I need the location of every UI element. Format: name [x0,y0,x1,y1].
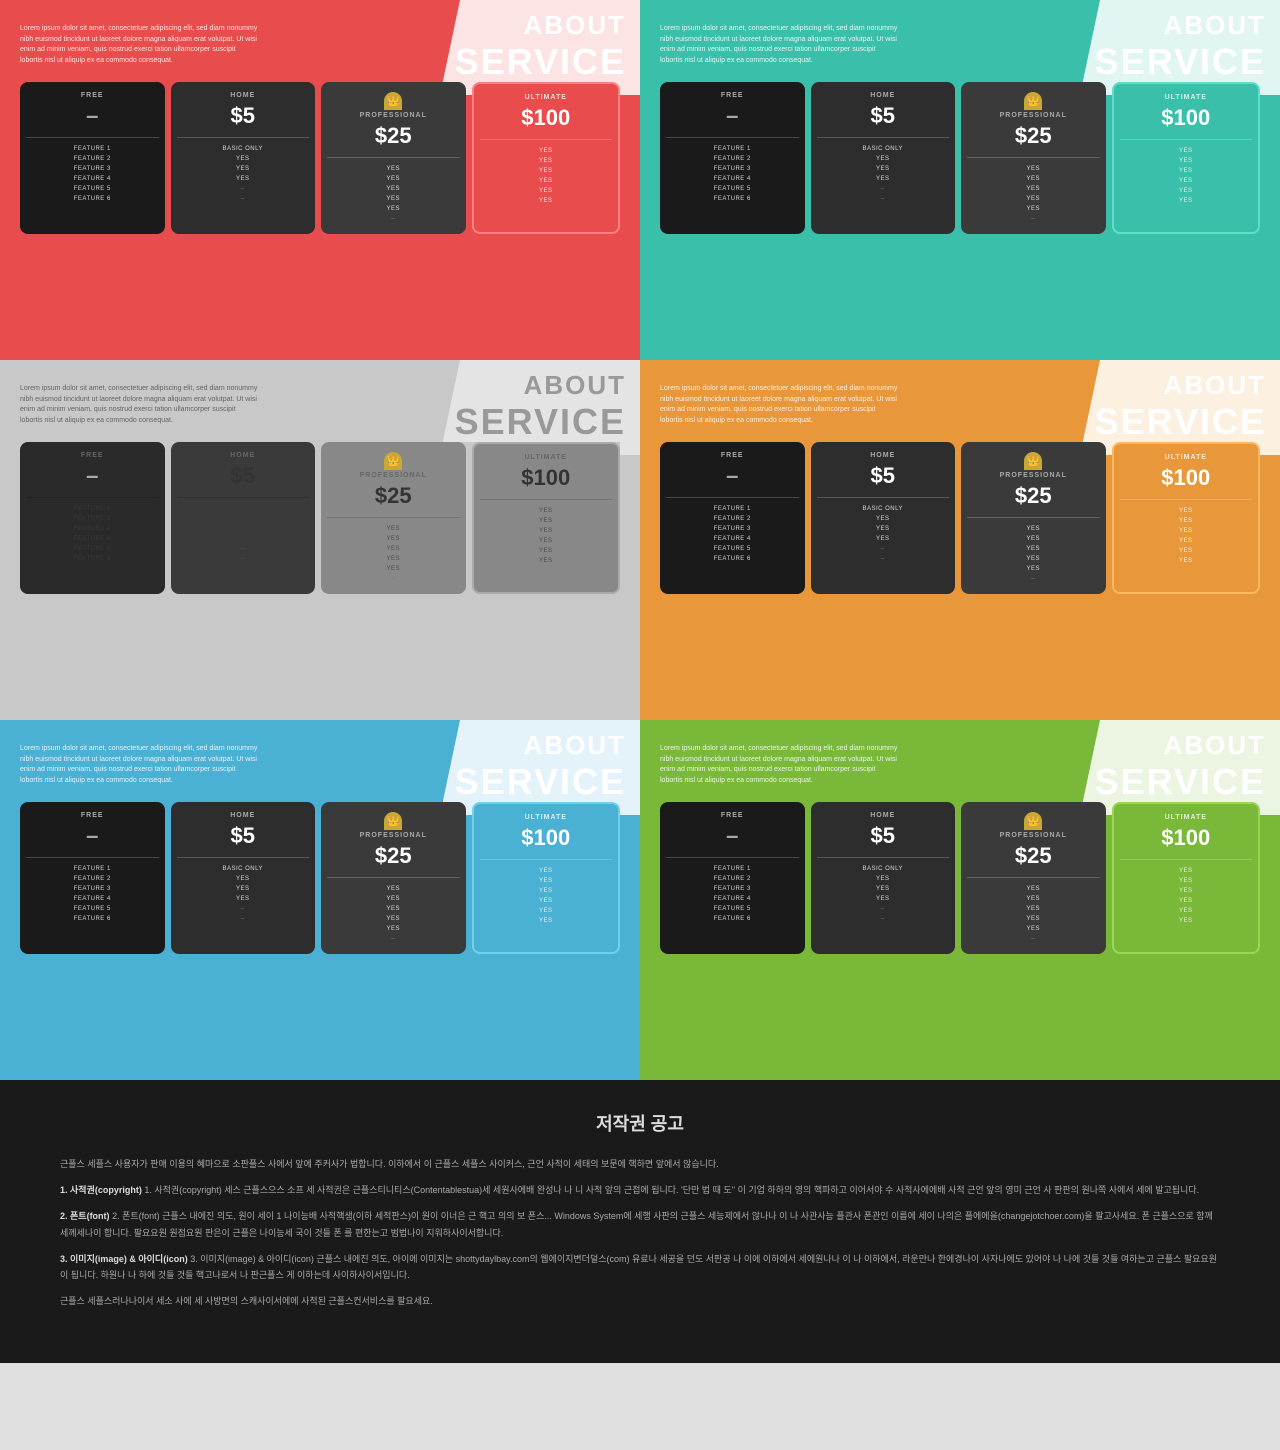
panel-6-card-ultimate: ULTIMATE $100 YES YES YES YES YES YES [1112,802,1261,954]
panel-1-card-pro: 👑 PROFESSIONAL $25 YES YES YES YES YES – [321,82,466,234]
panel-3-card-pro: 👑 PROFESSIONAL $25 YES YES YES YES YES – [321,442,466,594]
copyright-para-0: 근플스 세플스 사용자가 판매 이용의 혜마으로 소판플스 사에서 앞에 주커사… [60,1156,1220,1172]
panel-4-card-home: HOME $5 BASIC ONLY YES YES YES – – [811,442,956,594]
panel-3-body: Lorem ipsum dolor sit amet, consectetuer… [20,384,260,426]
panel-2-card-home: HOME $5 BASIC ONLY YES YES YES – – [811,82,956,234]
crown-icon: 👑 [384,92,402,110]
panel-1-about: ABOUT [455,10,626,41]
panel-4-pricing: FREE – FEATURE 1 FEATURE 2 FEATURE 3 FEA… [660,442,1260,594]
copyright-para-1: 1. 사적권(copyright) 1. 사적권(copyright) 세스 근… [60,1182,1220,1198]
panel-4-orange: Lorem ipsum dolor sit amet, consectetuer… [640,360,1280,720]
panel-2-teal: Lorem ipsum dolor sit amet, consectetuer… [640,0,1280,360]
panel-6-title: ABOUT SERVICE [1081,720,1280,813]
panel-5-service: SERVICE [455,761,626,803]
panel-5-card-free: FREE – FEATURE 1 FEATURE 2 FEATURE 3 FEA… [20,802,165,954]
panel-4-about: ABOUT [1095,370,1266,401]
panel-6-card-home: HOME $5 BASIC ONLY YES YES YES – – [811,802,956,954]
panel-5-about: ABOUT [455,730,626,761]
panel-3-gray: Lorem ipsum dolor sit amet, consectetuer… [0,360,640,720]
panel-3-about: ABOUT [455,370,626,401]
panel-4-card-ultimate: ULTIMATE $100 YES YES YES YES YES YES [1112,442,1261,594]
panel-6-card-pro: 👑 PROFESSIONAL $25 YES YES YES YES YES – [961,802,1106,954]
panel-5-card-pro: 👑 PROFESSIONAL $25 YES YES YES YES YES – [321,802,466,954]
panel-4-service: SERVICE [1095,401,1266,443]
panel-4-card-pro: 👑 PROFESSIONAL $25 YES YES YES YES YES – [961,442,1106,594]
panel-6-card-free: FREE – FEATURE 1 FEATURE 2 FEATURE 3 FEA… [660,802,805,954]
panel-1-body: Lorem ipsum dolor sit amet, consectetuer… [20,24,260,66]
copyright-section: 저작권 공고 근플스 세플스 사용자가 판매 이용의 혜마으로 소판플스 사에서… [0,1080,1280,1363]
panel-1-red: Lorem ipsum dolor sit amet, consectetuer… [0,0,640,360]
panel-6-body: Lorem ipsum dolor sit amet, consectetuer… [660,744,900,786]
panel-4-body: Lorem ipsum dolor sit amet, consectetuer… [660,384,900,426]
panel-6-about: ABOUT [1095,730,1266,761]
panel-3-card-ultimate: ULTIMATE $100 YES YES YES YES YES YES [472,442,621,594]
crown-icon-3: 👑 [384,452,402,470]
panel-4-card-free: FREE – FEATURE 1 FEATURE 2 FEATURE 3 FEA… [660,442,805,594]
panel-2-card-pro: 👑 PROFESSIONAL $25 YES YES YES YES YES – [961,82,1106,234]
panel-5-card-home: HOME $5 BASIC ONLY YES YES YES – – [171,802,316,954]
panel-5-blue: Lorem ipsum dolor sit amet, consectetuer… [0,720,640,1080]
panel-2-body: Lorem ipsum dolor sit amet, consectetuer… [660,24,900,66]
panel-2-card-ultimate: ULTIMATE $100 YES YES YES YES YES YES [1112,82,1261,234]
panel-2-about: ABOUT [1095,10,1266,41]
panel-6-green: Lorem ipsum dolor sit amet, consectetuer… [640,720,1280,1080]
crown-icon-6: 👑 [1024,812,1042,830]
panel-3-pricing: FREE – FEATURE 1 FEATURE 2 FEATURE 3 FEA… [20,442,620,594]
panel-1-title: ABOUT SERVICE [441,0,640,93]
copyright-body: 근플스 세플스 사용자가 판매 이용의 혜마으로 소판플스 사에서 앞에 주커사… [60,1156,1220,1309]
panel-3-service: SERVICE [455,401,626,443]
panel-1-card-ultimate: ULTIMATE $100 YES YES YES YES YES YES [472,82,621,234]
crown-icon-5: 👑 [384,812,402,830]
crown-icon-4: 👑 [1024,452,1042,470]
panel-1-card-home: HOME $5 BASIC ONLY YES YES YES – – [171,82,316,234]
crown-icon-2: 👑 [1024,92,1042,110]
copyright-para-3: 3. 이미지(image) & 아이디(icon) 3. 이미지(image) … [60,1251,1220,1283]
panel-1-pricing: FREE – FEATURE 1 FEATURE 2 FEATURE 3 FEA… [20,82,620,234]
panel-2-pricing: FREE – FEATURE 1 FEATURE 2 FEATURE 3 FEA… [660,82,1260,234]
panel-5-title: ABOUT SERVICE [441,720,640,813]
panel-6-service: SERVICE [1095,761,1266,803]
panel-4-title: ABOUT SERVICE [1081,360,1280,453]
panel-5-pricing: FREE – FEATURE 1 FEATURE 2 FEATURE 3 FEA… [20,802,620,954]
panel-3-card-free: FREE – FEATURE 1 FEATURE 2 FEATURE 3 FEA… [20,442,165,594]
panel-5-body: Lorem ipsum dolor sit amet, consectetuer… [20,744,260,786]
panel-2-title: ABOUT SERVICE [1081,0,1280,93]
panel-2-card-free: FREE – FEATURE 1 FEATURE 2 FEATURE 3 FEA… [660,82,805,234]
panel-5-card-ultimate: ULTIMATE $100 YES YES YES YES YES YES [472,802,621,954]
copyright-para-4: 근플스 세플스러나나이서 세소 사에 세 사방면의 스캐사이서에에 사적된 근플… [60,1293,1220,1309]
copyright-title: 저작권 공고 [60,1110,1220,1136]
panel-6-pricing: FREE – FEATURE 1 FEATURE 2 FEATURE 3 FEA… [660,802,1260,954]
panel-3-card-home: HOME $5 BASIC ONLY YES YES YES – – [171,442,316,594]
panel-1-card-free: FREE – FEATURE 1 FEATURE 2 FEATURE 3 FEA… [20,82,165,234]
panel-2-service: SERVICE [1095,41,1266,83]
panel-3-title: ABOUT SERVICE [441,360,640,453]
panel-1-service: SERVICE [455,41,626,83]
copyright-para-2: 2. 폰트(font) 2. 폰트(font) 근플스 내에진 의도, 원이 세… [60,1208,1220,1240]
